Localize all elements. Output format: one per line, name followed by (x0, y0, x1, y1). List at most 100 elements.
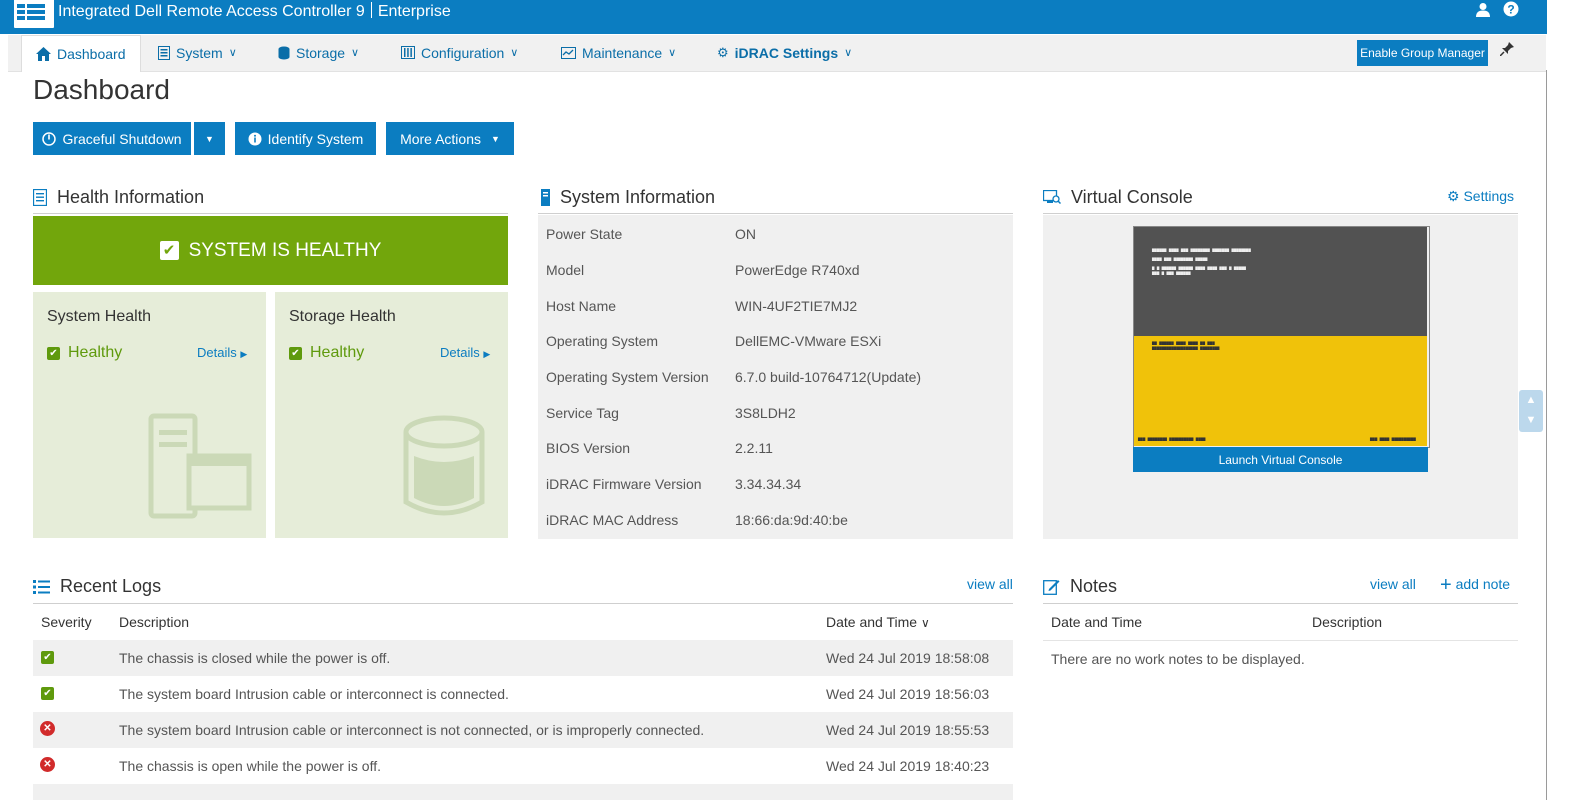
console-text-line: ▆▆▆ ▆ ▆▆▆ ▆▆▆▆▆▆ (1152, 270, 1191, 275)
bios-version-value: 2.2.11 (735, 440, 773, 456)
system-health-card: System Health ✔ Healthy Details ▶ (33, 292, 266, 538)
table-row[interactable]: ✔ The system board Intrusion cable or in… (33, 676, 1013, 712)
system-health-details-label: Details (197, 345, 237, 360)
power-state-value: ON (735, 226, 756, 242)
operating-system-label: Operating System (546, 333, 659, 349)
system-health-status-text: Healthy (68, 344, 123, 361)
configuration-icon (401, 46, 415, 59)
system-information-title: System Information (560, 187, 716, 207)
storage-drive-icon (403, 415, 485, 516)
table-row[interactable]: ✔ The chassis is closed while the power … (33, 640, 1013, 676)
nav-idrac-settings[interactable]: ⚙ iDRAC Settings ∨ (717, 35, 852, 70)
scroll-top-bottom-control[interactable]: ▲ ▼ (1519, 390, 1543, 432)
chevron-down-icon[interactable]: ▼ (1519, 410, 1543, 430)
identify-system-label: Identify System (267, 130, 364, 147)
nav-maintenance[interactable]: Maintenance ∨ (561, 35, 676, 70)
app-title-text: Integrated Dell Remote Access Controller… (58, 3, 365, 20)
more-actions-label: More Actions (400, 130, 481, 147)
nav-dashboard[interactable]: Dashboard (21, 35, 141, 72)
notes-empty-message: There are no work notes to be displayed. (1051, 651, 1305, 667)
nav-storage-label: Storage (296, 44, 346, 61)
service-tag-value: 3S8LDH2 (735, 405, 796, 421)
storage-health-details-link[interactable]: Details ▶ (440, 345, 490, 360)
title-divider (370, 2, 372, 18)
shutdown-options-dropdown[interactable]: ▼ (194, 122, 225, 155)
user-icon[interactable] (1476, 2, 1490, 23)
system-health-details-link[interactable]: Details ▶ (197, 345, 247, 360)
notes-view-all-link[interactable]: view all (1370, 576, 1416, 592)
chevron-down-icon: ∨ (351, 47, 360, 59)
model-label: Model (546, 262, 585, 278)
nav-configuration[interactable]: Configuration ∨ (401, 35, 518, 70)
list-icon (33, 579, 50, 594)
log-description: The system board Intrusion cable or inte… (119, 722, 705, 738)
launch-virtual-console-button[interactable]: Launch Virtual Console (1133, 447, 1428, 472)
storage-health-status: ✔ Healthy (289, 344, 364, 362)
scrollbar-track[interactable] (1546, 70, 1547, 800)
virtual-console-settings-label: Settings (1463, 188, 1515, 204)
idrac-mac-value: 18:66:da:9d:40:be (735, 512, 848, 528)
chevron-up-icon[interactable]: ▲ (1519, 390, 1543, 410)
service-tag-label: Service Tag (546, 405, 619, 421)
system-icon (158, 45, 170, 60)
severity-column-header[interactable]: Severity (41, 614, 92, 630)
nav-system[interactable]: System ∨ (158, 35, 237, 70)
caret-right-icon: ▶ (240, 349, 248, 359)
add-note-link[interactable]: + add note (1440, 574, 1510, 597)
home-icon (36, 47, 51, 61)
nav-configuration-label: Configuration (421, 44, 505, 61)
storage-health-details-label: Details (440, 345, 480, 360)
pin-icon[interactable] (1499, 42, 1514, 60)
logs-view-all-link[interactable]: view all (967, 576, 1013, 592)
log-description: The system board Intrusion cable or inte… (119, 686, 509, 702)
console-text-line: ▆▆▆▆▆▆▆▆▆▆▆▆▆▆▆▆▆▆▆ ▆▆▆▆▆▆▆▆ (1152, 345, 1220, 350)
app-edition: Enterprise (377, 3, 451, 20)
check-icon: ✔ (47, 346, 60, 360)
graceful-shutdown-button[interactable]: Graceful Shutdown (33, 122, 191, 155)
health-information-title: Health Information (57, 187, 205, 207)
check-icon: ✔ (159, 241, 179, 260)
log-description: The chassis is closed while the power is… (119, 650, 391, 666)
date-time-column-header[interactable]: Date and Time ∨ (826, 614, 930, 630)
nav-dashboard-label: Dashboard (57, 46, 126, 62)
info-icon (248, 132, 262, 145)
system-health-title: System Health (47, 308, 152, 325)
severity-ok-icon: ✔ (41, 651, 54, 664)
nav-storage[interactable]: Storage ∨ (278, 35, 359, 70)
console-preview-bottom: ▆▆ ▆▆▆▆▆▆ ▆▆▆▆ ▆▆▆▆ ▆▆ ▆▆▆ ▆▆▆▆▆▆▆▆▆▆▆▆▆… (1134, 336, 1427, 446)
storage-health-card: Storage Health ✔ Healthy Details ▶ (275, 292, 508, 538)
chevron-down-icon: ∨ (228, 47, 237, 59)
chevron-down-icon: ∨ (510, 47, 519, 59)
notes-description-column-header[interactable]: Description (1312, 614, 1382, 630)
system-healthy-banner: ✔ SYSTEM IS HEALTHY (33, 216, 508, 285)
notes-title: Notes (1070, 576, 1118, 596)
caret-down-icon: ▼ (205, 133, 214, 144)
virtual-console-title: Virtual Console (1071, 187, 1193, 207)
server-icon (148, 413, 252, 519)
edit-note-icon (1043, 580, 1060, 595)
idrac-firmware-label: iDRAC Firmware Version (546, 476, 702, 492)
gears-icon: ⚙ (717, 44, 729, 60)
identify-system-button[interactable]: Identify System (235, 122, 376, 155)
page-title: Dashboard (33, 74, 170, 105)
chevron-down-icon: ∨ (668, 47, 677, 59)
table-row[interactable]: ✕ The system board Intrusion cable or in… (33, 712, 1013, 748)
chevron-down-icon: ∨ (844, 47, 853, 59)
notes-date-time-column-header[interactable]: Date and Time (1051, 614, 1142, 630)
plus-icon: + (1440, 574, 1452, 596)
host-name-value: WIN-4UF2TIE7MJ2 (735, 298, 858, 314)
help-icon[interactable]: ? (1503, 1, 1519, 22)
table-row[interactable] (33, 784, 1013, 800)
console-text-line: ▆▆▆▆▆▆ ▆▆▆▆ ▆▆▆ ▆▆▆▆▆▆▆▆ ▆▆▆▆▆▆▆ ▆▆▆▆▆▆▆… (1152, 247, 1251, 252)
power-state-label: Power State (546, 226, 623, 242)
more-actions-button[interactable]: More Actions ▼ (386, 122, 514, 155)
console-text-line: ▆▆▆▆ ▆▆▆ ▆▆▆▆▆▆▆▆ ▆▆▆▆▆ (1152, 256, 1208, 261)
os-version-value: 6.7.0 build-10764712(Update) (735, 369, 922, 385)
table-row[interactable]: ✕ The chassis is open while the power is… (33, 748, 1013, 784)
description-column-header[interactable]: Description (119, 614, 189, 630)
virtual-console-settings-link[interactable]: ⚙ Settings (1447, 188, 1514, 205)
enable-group-manager-button[interactable]: Enable Group Manager (1357, 40, 1488, 66)
console-text-line: ▆▆▆ ▆▆▆▆▆▆▆▆ ▆▆▆▆▆▆▆▆▆▆ ▆▆▆▆ (1138, 436, 1206, 441)
settings-gear-icon: ⚙ (1447, 188, 1460, 204)
app-title: Integrated Dell Remote Access Controller… (58, 2, 451, 21)
